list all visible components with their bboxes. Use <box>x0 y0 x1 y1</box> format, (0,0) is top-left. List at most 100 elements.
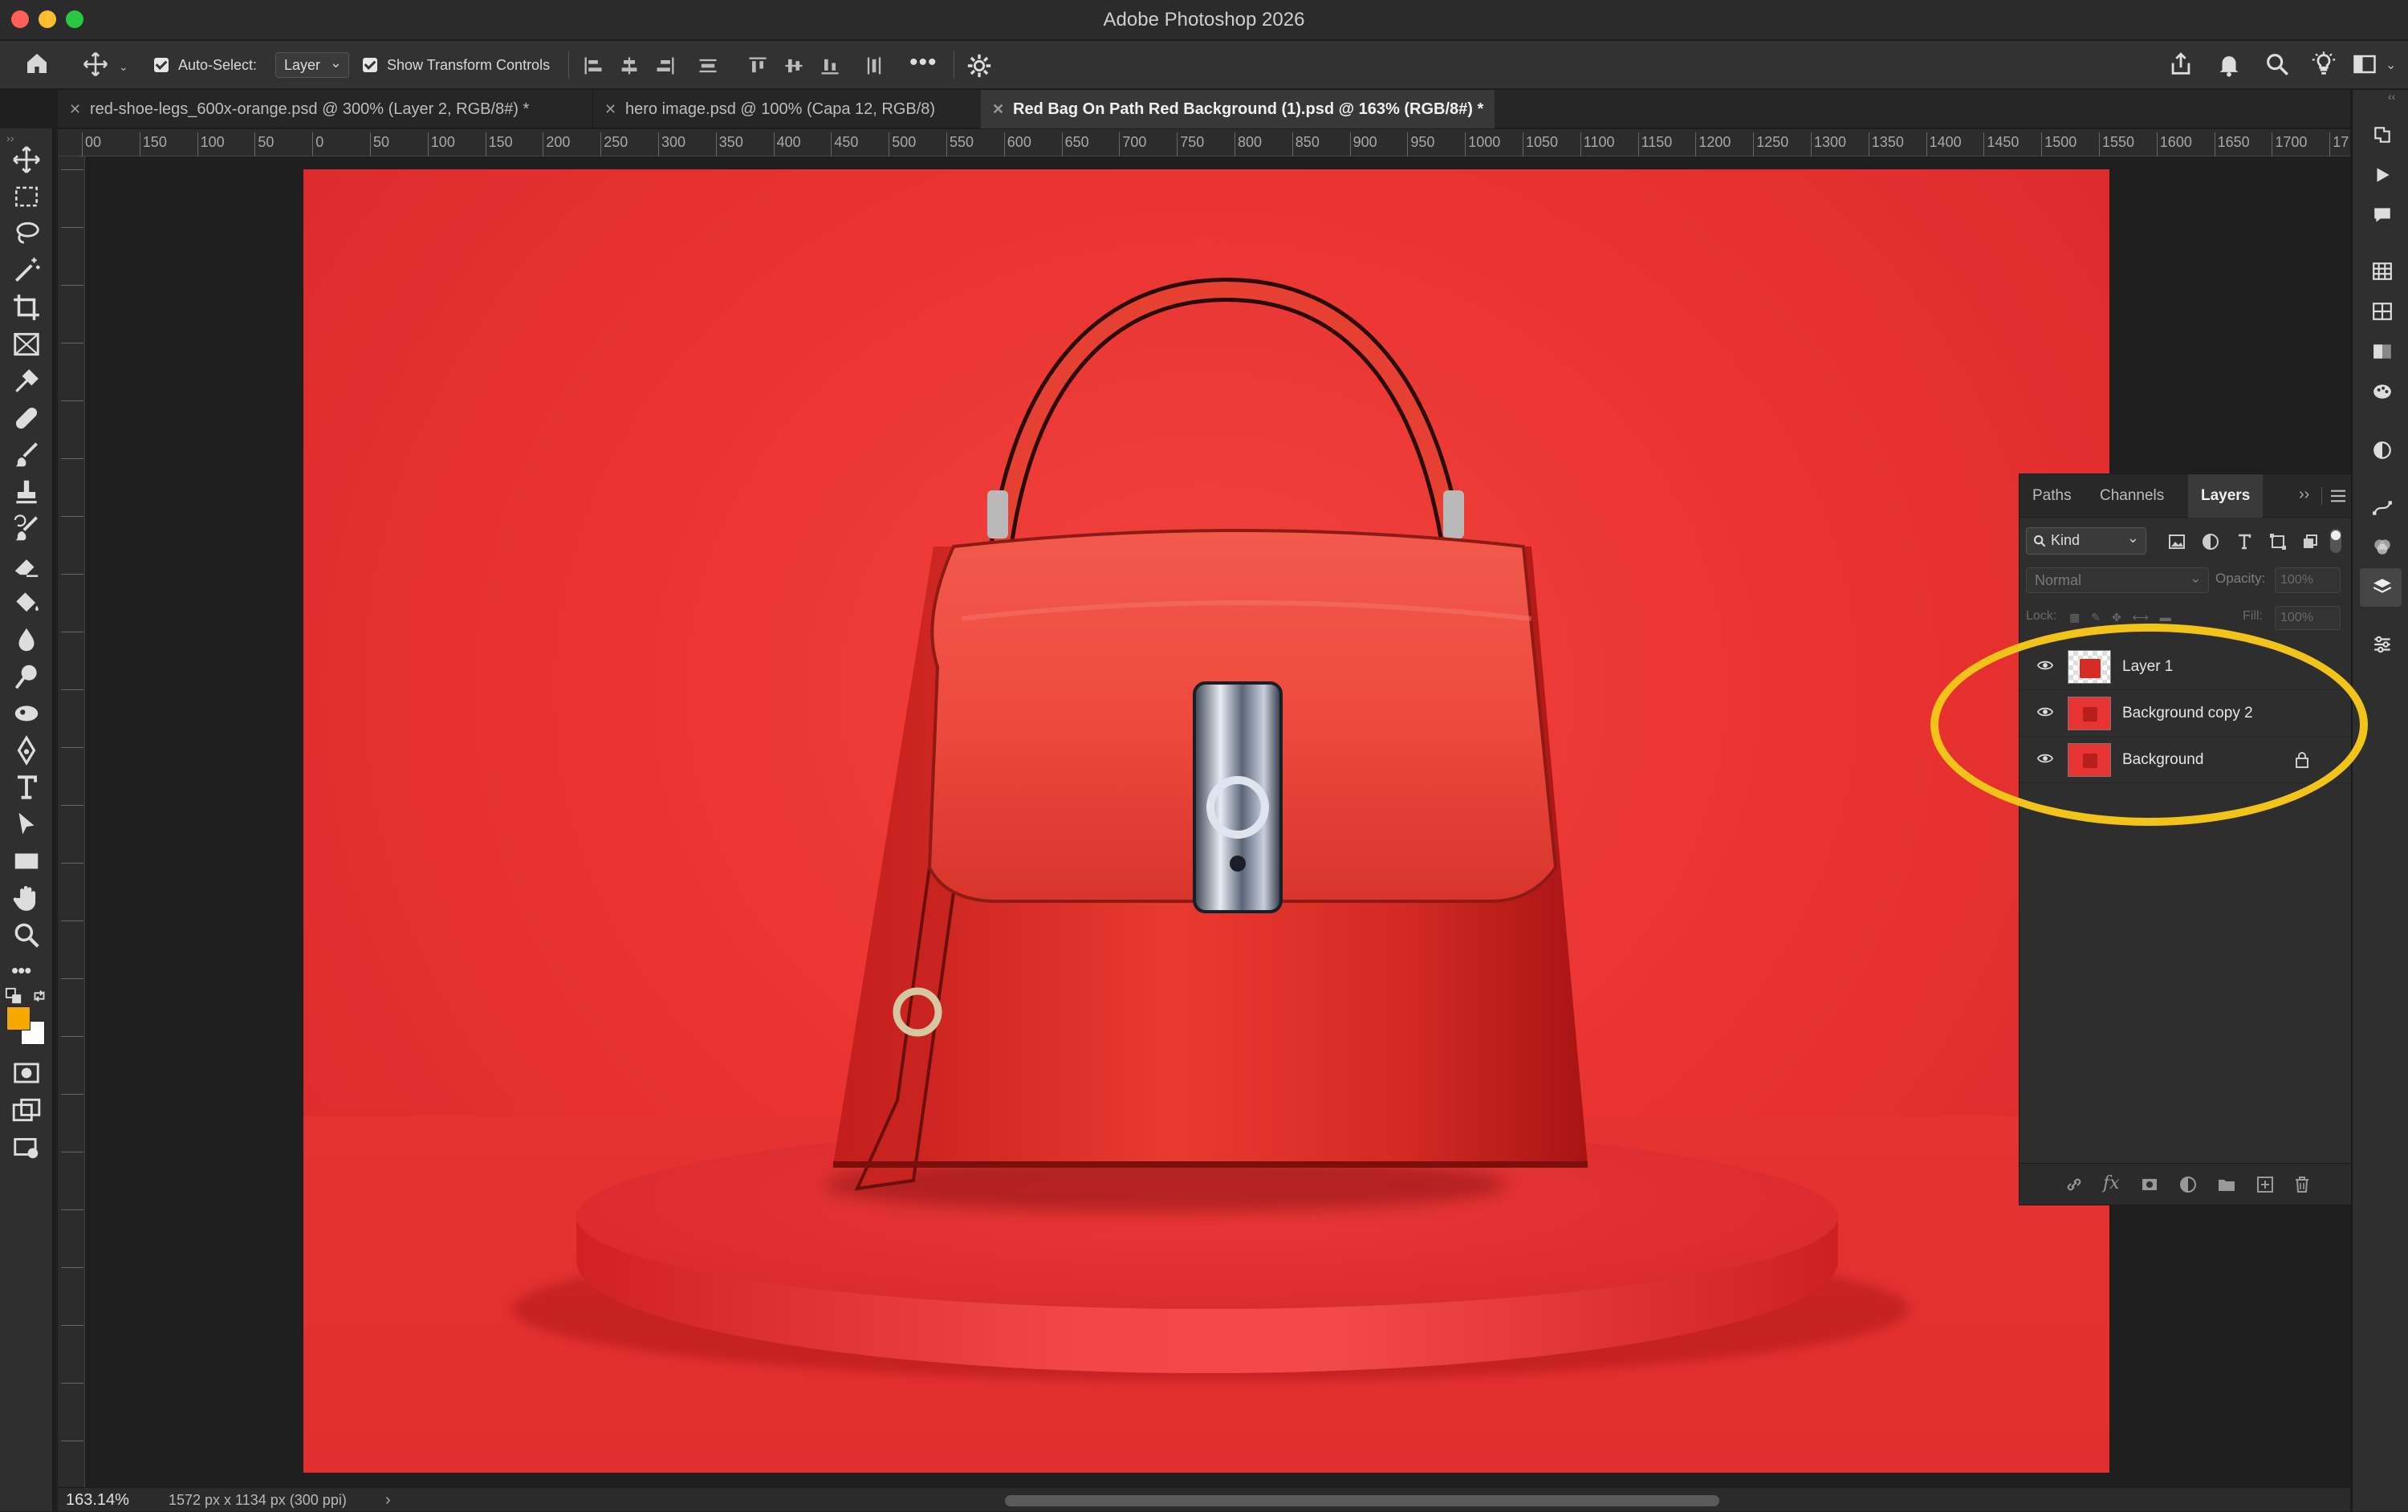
tab-channels[interactable]: Channels <box>2100 474 2164 518</box>
expand-icon[interactable]: ›› <box>2299 486 2309 504</box>
tab-document-1[interactable]: ✕ red-shoe-legs_600x-orange.psd @ 300% (… <box>58 90 592 128</box>
color-palette-icon[interactable] <box>2372 381 2393 402</box>
smudge-tool-icon[interactable] <box>11 698 42 729</box>
zoom-tool-icon[interactable] <box>11 920 42 950</box>
align-bottom-icon[interactable] <box>819 55 841 77</box>
default-colors-icon[interactable] <box>5 987 22 1005</box>
align-middle-icon[interactable] <box>783 55 805 77</box>
opacity-field[interactable]: 100% <box>2275 567 2341 593</box>
auto-select-label: Auto-Select: <box>178 57 258 73</box>
bell-icon[interactable] <box>2215 51 2243 78</box>
tab-document-2[interactable]: ✕ hero image.psd @ 100% (Capa 12, RGB/8) <box>592 90 1042 128</box>
align-top-icon[interactable] <box>746 55 769 77</box>
foreground-color-swatch[interactable] <box>6 1006 31 1030</box>
fill-field[interactable]: 100% <box>2275 606 2341 630</box>
swap-colors-icon[interactable] <box>31 987 48 1005</box>
filter-toggle[interactable] <box>2330 529 2341 553</box>
add-mask-icon[interactable] <box>2140 1175 2159 1194</box>
adjustments-icon[interactable] <box>2372 440 2393 461</box>
zoom-level[interactable]: 163.14% <box>66 1488 129 1512</box>
close-icon[interactable]: ✕ <box>69 90 81 128</box>
lasso-tool-icon[interactable] <box>11 218 42 249</box>
properties-panel-icon[interactable] <box>2372 634 2393 655</box>
share-icon[interactable] <box>2167 51 2194 78</box>
auto-select-dropdown[interactable]: Layer ⌄ <box>275 52 349 78</box>
more-options-icon[interactable]: ••• <box>909 49 938 76</box>
ruler-tick-mark <box>61 689 83 690</box>
collapse-icon[interactable]: ‹‹ <box>2388 90 2395 103</box>
history-brush-tool-icon[interactable] <box>11 514 42 544</box>
trash-icon[interactable] <box>2292 1175 2312 1194</box>
filter-type-icon[interactable] <box>2235 532 2254 551</box>
layer-filter-dropdown[interactable]: Kind ⌄ <box>2026 527 2146 555</box>
distribute-vertical-icon[interactable] <box>863 55 885 77</box>
search-icon[interactable] <box>2264 51 2291 78</box>
workspace-icon[interactable] <box>2352 52 2377 76</box>
more-tools-icon[interactable]: ••• <box>11 958 31 983</box>
align-right-icon[interactable] <box>654 55 677 77</box>
channels-panel-icon[interactable] <box>2372 536 2393 557</box>
brush-tool-icon[interactable] <box>11 440 42 470</box>
tab-layers[interactable]: Layers <box>2188 474 2264 518</box>
collapse-icon[interactable]: ›› <box>6 132 14 144</box>
home-icon[interactable] <box>24 51 50 76</box>
rectangle-tool-icon[interactable] <box>11 846 42 876</box>
healing-brush-tool-icon[interactable] <box>11 403 42 433</box>
tab-document-3[interactable]: ✕ Red Bag On Path Red Background (1).psd… <box>981 90 1495 128</box>
hand-tool-icon[interactable] <box>11 883 42 913</box>
document-canvas[interactable] <box>303 169 2109 1473</box>
distribute-horizontal-icon[interactable] <box>697 55 719 77</box>
patterns-icon[interactable] <box>2372 301 2393 322</box>
eyedropper-tool-icon[interactable] <box>11 366 42 396</box>
gear-icon[interactable] <box>966 52 993 79</box>
frame-tool-icon[interactable] <box>11 329 42 360</box>
move-tool-icon[interactable] <box>11 144 42 175</box>
quick-mask-icon[interactable] <box>11 1058 42 1088</box>
edit-toolbar-icon[interactable] <box>11 1132 42 1162</box>
paths-panel-icon[interactable] <box>2372 498 2393 518</box>
actions-play-icon[interactable] <box>2372 165 2393 185</box>
fx-icon[interactable]: fx <box>2103 1173 2120 1193</box>
close-icon[interactable]: ✕ <box>604 90 616 128</box>
show-transform-checkbox[interactable] <box>363 58 377 72</box>
comments-icon[interactable] <box>2372 205 2393 226</box>
filter-smart-object-icon[interactable] <box>2300 532 2320 551</box>
filter-adjustment-icon[interactable] <box>2201 532 2220 551</box>
horizontal-scrollbar[interactable] <box>1005 1495 1719 1506</box>
eraser-tool-icon[interactable] <box>11 551 42 581</box>
dodge-tool-icon[interactable] <box>11 661 42 692</box>
blend-mode-dropdown[interactable]: Normal ⌄ <box>2026 567 2209 593</box>
history-panel-icon[interactable] <box>2372 124 2393 145</box>
new-group-icon[interactable] <box>2217 1175 2236 1194</box>
crop-tool-icon[interactable] <box>11 292 42 323</box>
type-tool-icon[interactable] <box>11 772 42 803</box>
chevron-down-icon[interactable]: ⌄ <box>2386 57 2396 73</box>
align-left-icon[interactable] <box>582 55 604 77</box>
path-selection-tool-icon[interactable] <box>11 809 42 839</box>
tab-paths[interactable]: Paths <box>2032 474 2072 518</box>
move-icon[interactable] <box>82 51 109 78</box>
lock-options[interactable]: ▦✎✥⟷▬ <box>2069 611 2214 624</box>
paint-bucket-tool-icon[interactable] <box>11 587 42 618</box>
panel-menu-icon[interactable] <box>2329 489 2347 503</box>
align-center-horizontal-icon[interactable] <box>618 55 641 77</box>
gradients-icon[interactable] <box>2372 341 2393 362</box>
chevron-right-icon[interactable]: › <box>385 1488 391 1512</box>
swatches-icon[interactable] <box>2372 261 2393 282</box>
filter-shape-icon[interactable] <box>2268 532 2288 551</box>
auto-select-checkbox[interactable] <box>154 58 169 72</box>
link-layers-icon[interactable] <box>2064 1175 2084 1194</box>
blur-tool-icon[interactable] <box>11 624 42 655</box>
layers-panel-icon[interactable] <box>2372 576 2393 597</box>
new-layer-icon[interactable] <box>2255 1175 2275 1194</box>
pen-tool-icon[interactable] <box>11 735 42 766</box>
chevron-down-icon[interactable]: ⌄ <box>119 60 128 74</box>
filter-pixel-icon[interactable] <box>2167 532 2186 551</box>
magic-wand-tool-icon[interactable] <box>11 255 42 286</box>
adjustment-layer-icon[interactable] <box>2178 1175 2198 1194</box>
lightbulb-icon[interactable] <box>2310 51 2337 78</box>
screen-mode-icon[interactable] <box>11 1095 42 1125</box>
clone-stamp-tool-icon[interactable] <box>11 477 42 507</box>
marquee-tool-icon[interactable] <box>11 181 42 212</box>
close-icon[interactable]: ✕ <box>992 90 1004 128</box>
